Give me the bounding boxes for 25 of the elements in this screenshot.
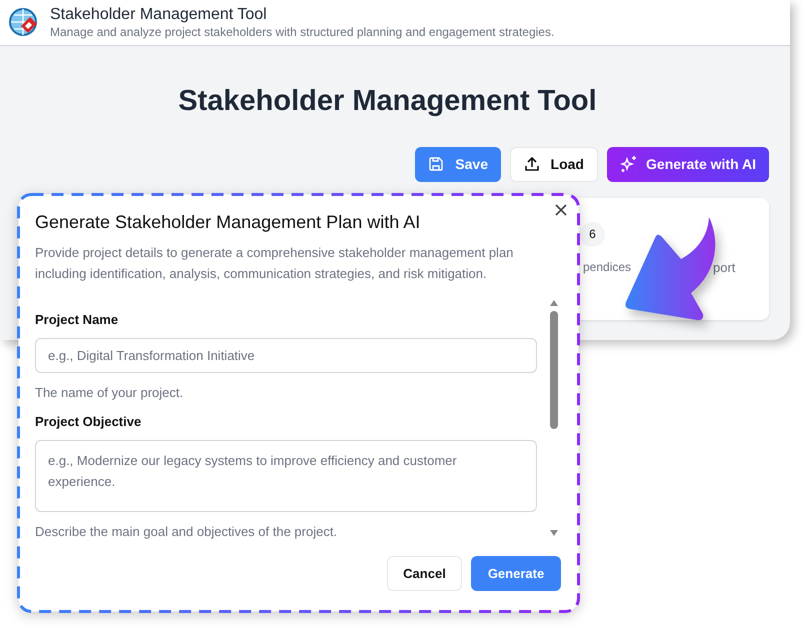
toolbar-button[interactable]: Save xyxy=(415,146,501,182)
help-text: Describe the main goal and objectives of the project. xyxy=(35,522,338,541)
page-heading: Stakeholder Management Tool xyxy=(177,84,598,119)
window-subtitle: Manage and analyze project stakeholders with structured planning and engagement strategies. xyxy=(50,25,554,40)
save-icon xyxy=(428,156,444,172)
toolbar-button[interactable]: Generate with AI xyxy=(607,146,769,182)
dialog-title: Generate Stakeholder Management Plan with AI xyxy=(35,211,422,234)
upload-icon xyxy=(524,156,540,172)
close-icon xyxy=(554,203,568,217)
input-field[interactable]: e.g., Modernize our legacy systems to improve efficiency and customer experience. xyxy=(35,440,537,512)
step-number: 6 xyxy=(580,222,605,246)
help-text: The name of your project. xyxy=(35,384,184,402)
close-button[interactable] xyxy=(554,203,568,217)
field-label: Project Name xyxy=(35,311,120,329)
globe-logo-icon xyxy=(8,6,40,38)
window-title: Stakeholder Management Tool xyxy=(50,5,268,25)
sparkles-icon xyxy=(620,155,638,173)
dialog-button[interactable]: Generate xyxy=(471,556,561,591)
dialog-button[interactable]: Cancel xyxy=(387,556,462,591)
step-label: port xyxy=(713,258,736,277)
dialog-description: Provide project details to generate a comprehensive stakeholder management plan including identification, analysis, communication strategies, and risk mitigation. xyxy=(35,244,514,283)
step-label: pendices xyxy=(583,258,632,276)
field-label: Project Objective xyxy=(35,413,142,431)
toolbar-button[interactable]: Load xyxy=(510,146,598,182)
input-field[interactable]: e.g., Digital Transformation Initiative xyxy=(35,338,537,372)
